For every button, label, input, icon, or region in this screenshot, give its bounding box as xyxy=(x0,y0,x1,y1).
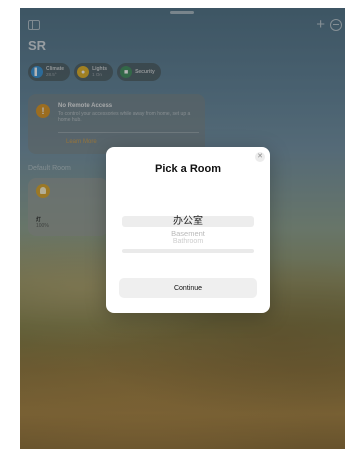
continue-button[interactable]: Continue xyxy=(119,278,257,298)
pick-room-dialog: ✕ Pick a Room 办公室 Basement Bathroom Cont… xyxy=(106,147,270,313)
dialog-title: Pick a Room xyxy=(154,163,222,175)
room-picker[interactable]: 办公室 Basement Bathroom xyxy=(122,211,254,255)
picker-option[interactable]: Bathroom xyxy=(122,238,254,245)
picker-option-selected[interactable]: 办公室 xyxy=(122,215,254,228)
picker-option[interactable]: Basement xyxy=(122,229,254,238)
picker-next-option-fade xyxy=(122,249,254,253)
close-icon[interactable]: ✕ xyxy=(255,152,265,162)
